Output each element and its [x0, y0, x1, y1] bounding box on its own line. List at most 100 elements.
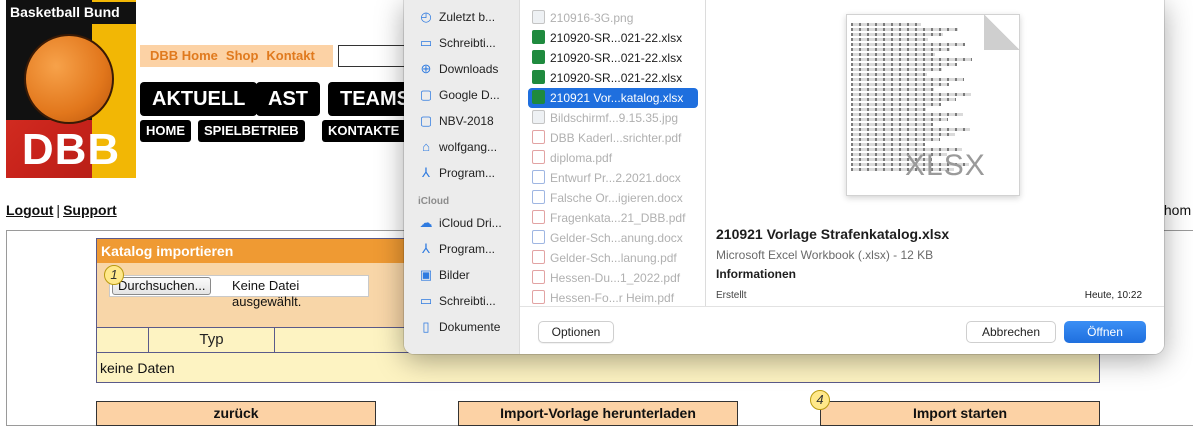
sidebar-item-label: Program...	[439, 242, 496, 256]
dbb-logo[interactable]: Basketball Bund DBB	[6, 0, 136, 178]
sidebar-item-icloud-4[interactable]: ▯ Dokumente	[418, 316, 500, 338]
xls-file-icon	[532, 90, 545, 104]
empty-state: keine Daten	[100, 360, 175, 376]
thumb-row-line	[851, 58, 972, 61]
sidebar-item-favorites-6[interactable]: ⅄ Program...	[418, 162, 495, 184]
img-file-icon	[532, 10, 545, 24]
thumb-row-line	[851, 83, 949, 86]
column-header-typ: Typ	[149, 328, 275, 352]
sidebar-item-label: wolfgang...	[439, 140, 498, 154]
file-name: 210920-SR...021-22.xlsx	[550, 71, 683, 85]
logout-link[interactable]: Logout	[6, 202, 53, 218]
file-row: Bildschirmf...9.15.35.jpg	[528, 108, 698, 128]
thumb-row-line	[851, 123, 933, 126]
back-button[interactable]: zurück	[96, 401, 376, 426]
nav-ast[interactable]: AST	[256, 82, 320, 116]
nav-teams[interactable]: TEAMS	[328, 82, 410, 116]
file-name: diploma.pdf	[550, 151, 613, 165]
cancel-button[interactable]: Abbrechen	[966, 321, 1056, 343]
step-marker-1: 1	[104, 265, 124, 285]
file-name: Entwurf Pr...2.2021.docx	[550, 171, 681, 185]
file-row: Falsche Or...igieren.docx	[528, 188, 698, 208]
page-fold	[984, 15, 1019, 50]
folder-icon: ▢	[419, 113, 433, 128]
file-input[interactable]: Durchsuchen... Keine Datei ausgewählt.	[109, 275, 369, 309]
file-name: 210920-SR...021-22.xlsx	[550, 51, 683, 65]
nav-kontakt[interactable]: Kontakt	[266, 48, 314, 63]
file-row[interactable]: 210920-SR...021-22.xlsx	[528, 28, 698, 48]
sidebar-item-label: NBV-2018	[439, 114, 494, 128]
preview-file-name: 210921 Vorlage Strafenkatalog.xlsx	[716, 226, 950, 242]
start-import-button[interactable]: Import starten	[820, 401, 1100, 426]
pdf-file-icon	[532, 250, 545, 264]
thumb-row-line	[851, 103, 941, 106]
search-input[interactable]	[338, 45, 408, 67]
sidebar-item-favorites-5[interactable]: ⌂ wolfgang...	[418, 136, 497, 158]
desktop-icon: ▭	[419, 35, 433, 50]
dialog-sidebar: ◴ Zuletzt b... ▭ Schreibti... ⊕ Downloads ▢ Goo…	[404, 0, 520, 354]
sidebar-item-label: Zuletzt b...	[439, 10, 496, 24]
nav-dbb-home[interactable]: DBB Home	[150, 48, 218, 63]
sidebar-item-favorites-2[interactable]: ⊕ Downloads	[418, 58, 499, 80]
thumb-row-line	[851, 78, 964, 81]
sidebar-item-icloud-0[interactable]: ☁ iCloud Dri...	[418, 212, 502, 234]
home-icon: ⌂	[422, 139, 430, 154]
sidebar-item-favorites-3[interactable]: ▢ Google D...	[418, 84, 500, 106]
file-row: Fragenkata...21_DBB.pdf	[528, 208, 698, 228]
file-name: Fragenkata...21_DBB.pdf	[550, 211, 686, 225]
dialog-button-bar: Optionen Abbrechen Öffnen	[520, 306, 1164, 354]
file-name: Hessen-Du...1_2022.pdf	[550, 271, 681, 285]
folder-icon: ▢	[419, 87, 433, 102]
sidebar-item-favorites-4[interactable]: ▢ NBV-2018	[418, 110, 494, 132]
sidebar-item-label: iCloud Dri...	[439, 216, 502, 230]
file-row: diploma.pdf	[528, 148, 698, 168]
pictures-icon: ▣	[419, 267, 433, 282]
cloud-icon: ☁	[419, 215, 433, 230]
desktop-icon: ▭	[419, 293, 433, 308]
xls-file-icon	[532, 30, 545, 44]
xls-file-icon	[532, 50, 545, 64]
file-name: Gelder-Sch...lanung.pdf	[550, 251, 677, 265]
sidebar-item-icloud-1[interactable]: ⅄ Program...	[418, 238, 495, 260]
sidebar-item-favorites-1[interactable]: ▭ Schreibti...	[418, 32, 496, 54]
file-name: Gelder-Sch...anung.docx	[550, 231, 683, 245]
applications-icon: ⅄	[422, 165, 430, 180]
options-button[interactable]: Optionen	[538, 321, 614, 343]
file-row[interactable]: 210921 Vor...katalog.xlsx	[528, 88, 698, 108]
img-file-icon	[532, 110, 545, 124]
file-row: Gelder-Sch...lanung.pdf	[528, 248, 698, 268]
file-name: DBB Kaderl...srichter.pdf	[550, 131, 682, 145]
sidebar-item-icloud-2[interactable]: ▣ Bilder	[418, 264, 470, 286]
sidebar-item-favorites-0[interactable]: ◴ Zuletzt b...	[418, 6, 495, 28]
sidebar-item-icloud-3[interactable]: ▭ Schreibti...	[418, 290, 496, 312]
nav-home[interactable]: HOME	[140, 120, 191, 142]
file-name: Hessen-Fo...r Heim.pdf	[550, 291, 675, 305]
file-open-dialog: ◴ Zuletzt b... ▭ Schreibti... ⊕ Downloads ▢ Goo…	[404, 0, 1164, 354]
sidebar-item-label: Program...	[439, 166, 496, 180]
open-button[interactable]: Öffnen	[1064, 321, 1146, 343]
thumb-row-line	[851, 143, 925, 146]
step-marker-4: 4	[810, 390, 830, 410]
download-template-button[interactable]: Import-Vorlage herunterladen	[458, 401, 738, 426]
browse-button[interactable]: Durchsuchen...	[112, 277, 212, 295]
file-row[interactable]: 210920-SR...021-22.xlsx	[528, 68, 698, 88]
thumb-row-line	[851, 118, 948, 121]
screen: Basketball Bund DBB DBB Home Shop Kontakt …	[0, 0, 1193, 426]
support-link[interactable]: Support	[63, 202, 117, 218]
nav-spielbetrieb[interactable]: SPIELBETRIEB	[198, 120, 305, 142]
thumb-row-line	[851, 73, 927, 76]
thumb-row-line	[851, 28, 958, 31]
file-row: 210916-3G.png	[528, 8, 698, 28]
link-separator: |	[56, 202, 61, 218]
file-row[interactable]: 210920-SR...021-22.xlsx	[528, 48, 698, 68]
document-icon: ▯	[422, 319, 430, 334]
logo-title: Basketball Bund	[8, 2, 136, 24]
nav-kontakte[interactable]: KONTAKTE	[322, 120, 408, 142]
nav-shop[interactable]: Shop	[226, 48, 259, 63]
file-name: Falsche Or...igieren.docx	[550, 191, 683, 205]
file-status: Keine Datei ausgewählt.	[232, 278, 302, 309]
pdf-file-icon	[532, 270, 545, 284]
file-row: Hessen-Fo...r Heim.pdf	[528, 288, 698, 308]
nav-aktuell[interactable]: AKTUELL	[140, 82, 258, 116]
thumb-row-line	[851, 43, 965, 46]
